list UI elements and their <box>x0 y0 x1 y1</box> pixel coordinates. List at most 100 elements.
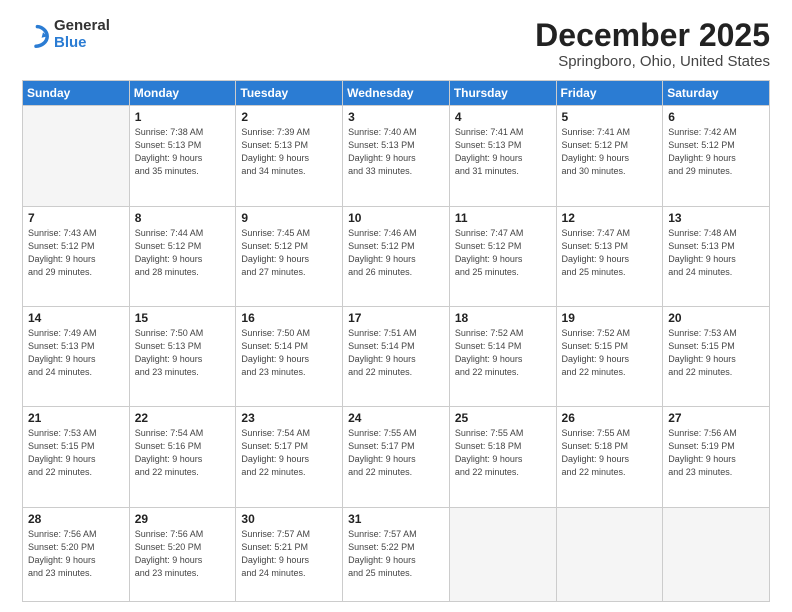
day-number: 22 <box>135 411 231 425</box>
day-number: 13 <box>668 211 764 225</box>
day-info: Sunrise: 7:55 AM Sunset: 5:18 PM Dayligh… <box>562 427 658 479</box>
calendar-cell: 28Sunrise: 7:56 AM Sunset: 5:20 PM Dayli… <box>23 507 130 602</box>
day-info: Sunrise: 7:53 AM Sunset: 5:15 PM Dayligh… <box>668 327 764 379</box>
day-number: 24 <box>348 411 444 425</box>
calendar-week-3: 14 Sunrise: 7:49 AM Sunset: 5:13 PM Dayli… <box>23 306 770 406</box>
calendar-header-row: Sunday Monday Tuesday Wednesday Thursday… <box>23 81 770 106</box>
calendar-cell: 30 Sunrise: 7:57 AM Sunset: 5:21 PM Dayli… <box>236 507 343 602</box>
calendar-cell: 5 Sunrise: 7:41 AM Sunset: 5:12 PM Daylig… <box>556 106 663 206</box>
calendar-cell: 12 Sunrise: 7:47 AM Sunset: 5:13 PM Dayli… <box>556 206 663 306</box>
day-number: 20 <box>668 311 764 325</box>
day-number: 5 <box>562 110 658 124</box>
title-block: December 2025 Springboro, Ohio, United S… <box>535 18 770 70</box>
col-wednesday: Wednesday <box>343 81 450 106</box>
day-number: 30 <box>241 512 337 526</box>
day-number: 9 <box>241 211 337 225</box>
col-monday: Monday <box>129 81 236 106</box>
day-info: Sunrise: 7:52 AM Sunset: 5:14 PM Dayligh… <box>455 327 551 379</box>
col-thursday: Thursday <box>449 81 556 106</box>
day-info: Sunrise: 7:44 AM Sunset: 5:12 PM Dayligh… <box>135 227 231 279</box>
logo: General Blue <box>22 18 110 51</box>
day-info: Sunrise: 7:45 AM Sunset: 5:12 PM Dayligh… <box>241 227 337 279</box>
day-info: Sunrise: 7:41 AM Sunset: 5:12 PM Dayligh… <box>562 126 658 178</box>
day-number: 19 <box>562 311 658 325</box>
day-info: Sunrise: 7:50 AM Sunset: 5:13 PM Dayligh… <box>135 327 231 379</box>
calendar-cell: 17Sunrise: 7:51 AM Sunset: 5:14 PM Dayli… <box>343 306 450 406</box>
subtitle: Springboro, Ohio, United States <box>535 53 770 70</box>
calendar-week-1: 1 Sunrise: 7:38 AM Sunset: 5:13 PM Daylig… <box>23 106 770 206</box>
day-number: 23 <box>241 411 337 425</box>
day-info: Sunrise: 7:54 AM Sunset: 5:16 PM Dayligh… <box>135 427 231 479</box>
calendar-week-4: 21 Sunrise: 7:53 AM Sunset: 5:15 PM Dayli… <box>23 407 770 507</box>
col-saturday: Saturday <box>663 81 770 106</box>
calendar-cell: 18 Sunrise: 7:52 AM Sunset: 5:14 PM Dayli… <box>449 306 556 406</box>
day-info: Sunrise: 7:41 AM Sunset: 5:13 PM Dayligh… <box>455 126 551 178</box>
calendar-cell: 21 Sunrise: 7:53 AM Sunset: 5:15 PM Dayli… <box>23 407 130 507</box>
calendar-cell: 29 Sunrise: 7:56 AM Sunset: 5:20 PM Dayli… <box>129 507 236 602</box>
calendar-cell <box>663 507 770 602</box>
calendar-table: Sunday Monday Tuesday Wednesday Thursday… <box>22 80 770 602</box>
calendar-cell: 8 Sunrise: 7:44 AM Sunset: 5:12 PM Daylig… <box>129 206 236 306</box>
day-info: Sunrise: 7:50 AM Sunset: 5:14 PM Dayligh… <box>241 327 337 379</box>
day-number: 7 <box>28 211 124 225</box>
calendar-cell: 25Sunrise: 7:55 AM Sunset: 5:18 PM Dayli… <box>449 407 556 507</box>
day-number: 31 <box>348 512 444 526</box>
day-number: 8 <box>135 211 231 225</box>
calendar-cell: 15 Sunrise: 7:50 AM Sunset: 5:13 PM Dayli… <box>129 306 236 406</box>
day-info: Sunrise: 7:49 AM Sunset: 5:13 PM Dayligh… <box>28 327 124 379</box>
day-number: 10 <box>348 211 444 225</box>
day-number: 29 <box>135 512 231 526</box>
day-info: Sunrise: 7:56 AM Sunset: 5:20 PM Dayligh… <box>135 528 231 580</box>
calendar-cell: 3Sunrise: 7:40 AM Sunset: 5:13 PM Daylig… <box>343 106 450 206</box>
day-info: Sunrise: 7:56 AM Sunset: 5:19 PM Dayligh… <box>668 427 764 479</box>
day-number: 4 <box>455 110 551 124</box>
logo-icon <box>22 21 50 49</box>
col-tuesday: Tuesday <box>236 81 343 106</box>
calendar-cell: 2 Sunrise: 7:39 AM Sunset: 5:13 PM Daylig… <box>236 106 343 206</box>
day-info: Sunrise: 7:57 AM Sunset: 5:22 PM Dayligh… <box>348 528 444 580</box>
day-info: Sunrise: 7:53 AM Sunset: 5:15 PM Dayligh… <box>28 427 124 479</box>
calendar-cell: 7 Sunrise: 7:43 AM Sunset: 5:12 PM Daylig… <box>23 206 130 306</box>
day-info: Sunrise: 7:55 AM Sunset: 5:17 PM Dayligh… <box>348 427 444 479</box>
day-info: Sunrise: 7:43 AM Sunset: 5:12 PM Dayligh… <box>28 227 124 279</box>
day-number: 1 <box>135 110 231 124</box>
day-info: Sunrise: 7:38 AM Sunset: 5:13 PM Dayligh… <box>135 126 231 178</box>
calendar-cell: 26 Sunrise: 7:55 AM Sunset: 5:18 PM Dayli… <box>556 407 663 507</box>
calendar-cell: 20 Sunrise: 7:53 AM Sunset: 5:15 PM Dayli… <box>663 306 770 406</box>
page: General Blue December 2025 Springboro, O… <box>0 0 792 612</box>
day-info: Sunrise: 7:55 AM Sunset: 5:18 PM Dayligh… <box>455 427 551 479</box>
calendar-cell: 19 Sunrise: 7:52 AM Sunset: 5:15 PM Dayli… <box>556 306 663 406</box>
calendar-cell <box>23 106 130 206</box>
logo-line1: General <box>54 18 110 35</box>
day-number: 2 <box>241 110 337 124</box>
day-info: Sunrise: 7:57 AM Sunset: 5:21 PM Dayligh… <box>241 528 337 580</box>
calendar-cell: 4 Sunrise: 7:41 AM Sunset: 5:13 PM Daylig… <box>449 106 556 206</box>
day-number: 3 <box>348 110 444 124</box>
calendar-cell: 10 Sunrise: 7:46 AM Sunset: 5:12 PM Dayli… <box>343 206 450 306</box>
day-info: Sunrise: 7:56 AM Sunset: 5:20 PM Dayligh… <box>28 528 124 580</box>
calendar-cell: 9 Sunrise: 7:45 AM Sunset: 5:12 PM Daylig… <box>236 206 343 306</box>
day-info: Sunrise: 7:39 AM Sunset: 5:13 PM Dayligh… <box>241 126 337 178</box>
day-number: 18 <box>455 311 551 325</box>
calendar-cell: 27 Sunrise: 7:56 AM Sunset: 5:19 PM Dayli… <box>663 407 770 507</box>
day-info: Sunrise: 7:46 AM Sunset: 5:12 PM Dayligh… <box>348 227 444 279</box>
calendar-cell: 6Sunrise: 7:42 AM Sunset: 5:12 PM Daylig… <box>663 106 770 206</box>
calendar-cell: 22 Sunrise: 7:54 AM Sunset: 5:16 PM Dayli… <box>129 407 236 507</box>
day-number: 14 <box>28 311 124 325</box>
day-info: Sunrise: 7:42 AM Sunset: 5:12 PM Dayligh… <box>668 126 764 178</box>
calendar-cell: 24 Sunrise: 7:55 AM Sunset: 5:17 PM Dayli… <box>343 407 450 507</box>
day-number: 26 <box>562 411 658 425</box>
day-info: Sunrise: 7:54 AM Sunset: 5:17 PM Dayligh… <box>241 427 337 479</box>
day-info: Sunrise: 7:51 AM Sunset: 5:14 PM Dayligh… <box>348 327 444 379</box>
col-sunday: Sunday <box>23 81 130 106</box>
day-number: 21 <box>28 411 124 425</box>
day-number: 12 <box>562 211 658 225</box>
header: General Blue December 2025 Springboro, O… <box>22 18 770 70</box>
day-info: Sunrise: 7:47 AM Sunset: 5:13 PM Dayligh… <box>562 227 658 279</box>
day-number: 16 <box>241 311 337 325</box>
calendar-cell: 16 Sunrise: 7:50 AM Sunset: 5:14 PM Dayli… <box>236 306 343 406</box>
calendar-cell: 31 Sunrise: 7:57 AM Sunset: 5:22 PM Dayli… <box>343 507 450 602</box>
day-number: 15 <box>135 311 231 325</box>
day-info: Sunrise: 7:52 AM Sunset: 5:15 PM Dayligh… <box>562 327 658 379</box>
day-number: 27 <box>668 411 764 425</box>
